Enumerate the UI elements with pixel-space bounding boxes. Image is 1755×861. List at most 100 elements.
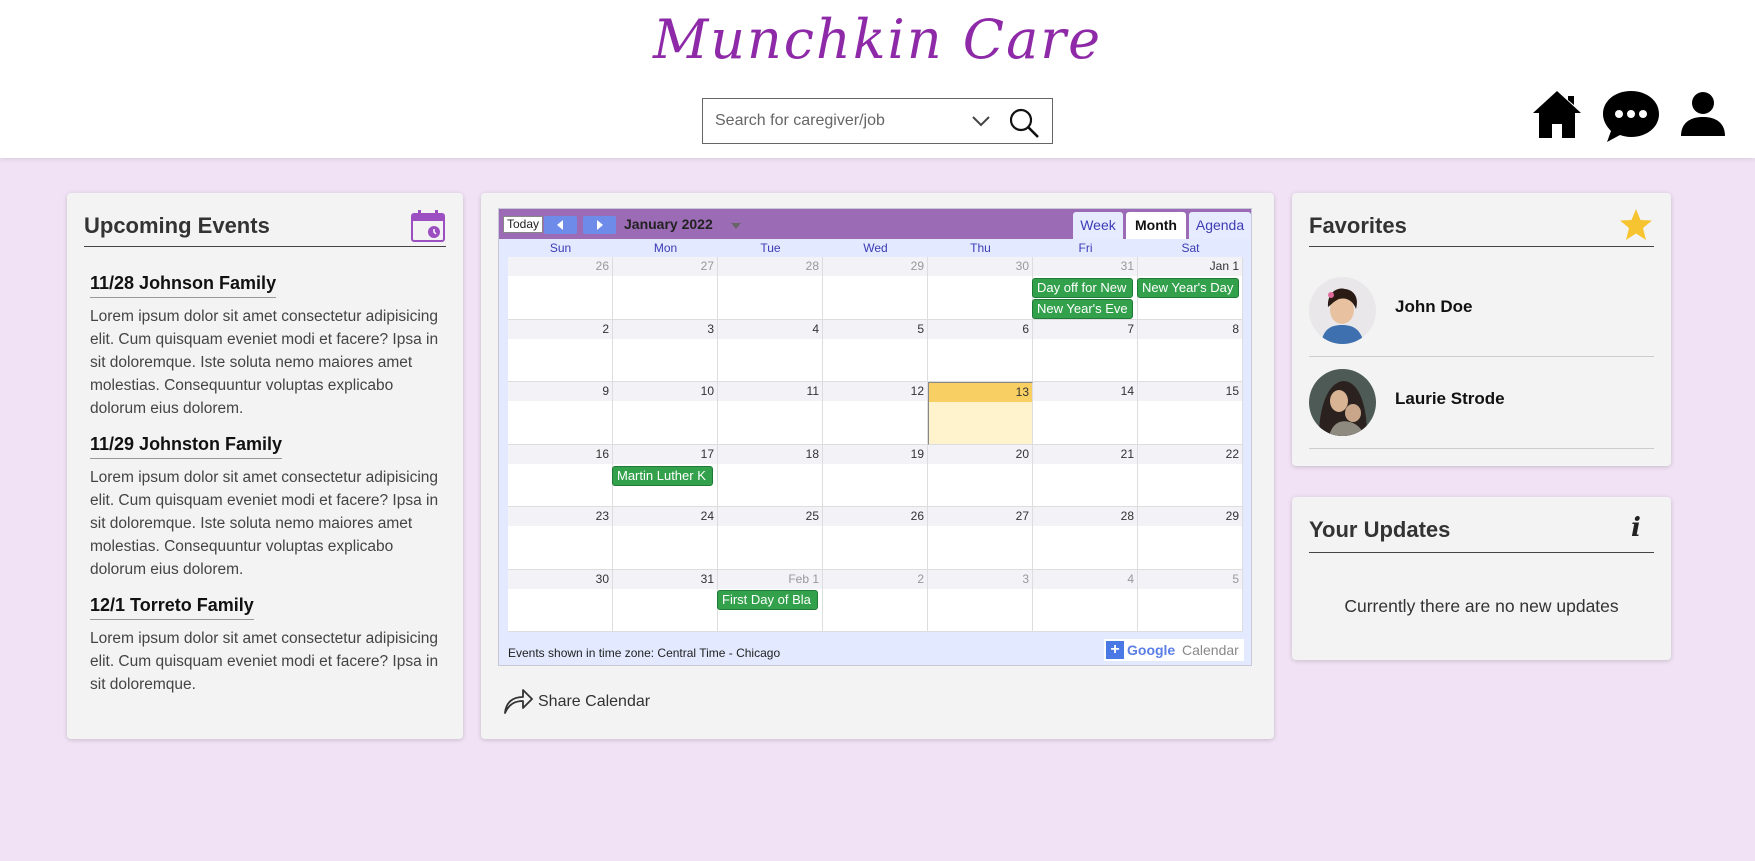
google-calendar-badge[interactable]: + Google Calendar xyxy=(1104,639,1244,661)
user-icon[interactable] xyxy=(1680,91,1726,142)
month-dropdown-icon[interactable] xyxy=(731,223,741,229)
day-cell[interactable]: 29 xyxy=(1138,507,1243,570)
day-number: Jan 1 xyxy=(1138,257,1242,276)
day-cell[interactable]: 5 xyxy=(1138,569,1243,632)
day-cell[interactable]: 30 xyxy=(928,257,1033,320)
day-cell[interactable]: 27 xyxy=(613,257,718,320)
add-calendar-icon: + xyxy=(1106,641,1124,659)
brand-logo[interactable]: Munchkin Care xyxy=(0,8,1755,71)
day-number: 8 xyxy=(1138,319,1242,339)
event-title[interactable]: 11/28 Johnson Family xyxy=(90,273,277,298)
weekday-header: Sat xyxy=(1181,241,1200,255)
day-cell[interactable]: 27 xyxy=(928,507,1033,570)
day-cell[interactable]: 22 xyxy=(1138,444,1243,507)
day-cell[interactable]: 18 xyxy=(718,444,823,507)
search-input[interactable] xyxy=(715,110,955,132)
day-cell[interactable]: 2 xyxy=(508,319,613,382)
day-number: 11 xyxy=(718,382,822,401)
day-number: 3 xyxy=(613,319,717,339)
event-black-history[interactable]: First Day of Bla xyxy=(717,590,818,610)
day-cell[interactable]: 20 xyxy=(928,444,1033,507)
day-number: 27 xyxy=(613,257,717,276)
event-new-years-eve[interactable]: New Year's Eve xyxy=(1032,299,1133,319)
day-cell[interactable]: 11 xyxy=(718,382,823,445)
day-number: 16 xyxy=(508,444,612,464)
star-icon xyxy=(1618,208,1654,247)
month-label[interactable]: January 2022 xyxy=(624,216,713,232)
day-cell[interactable]: 10 xyxy=(613,382,718,445)
home-icon[interactable] xyxy=(1531,88,1583,145)
favorite-name[interactable]: Laurie Strode xyxy=(1395,389,1505,409)
day-number: 20 xyxy=(928,444,1032,464)
day-number: 28 xyxy=(718,257,822,276)
event-day-off[interactable]: Day off for New xyxy=(1032,278,1133,298)
event-new-years-day[interactable]: New Year's Day xyxy=(1137,278,1239,298)
avatar[interactable] xyxy=(1309,277,1376,344)
day-number: 4 xyxy=(1033,569,1137,589)
day-cell[interactable]: 26 xyxy=(823,507,928,570)
day-cell[interactable]: 5 xyxy=(823,319,928,382)
tab-month[interactable]: Month xyxy=(1126,212,1186,239)
divider xyxy=(1309,246,1654,247)
month-grid: 26 27 28 29 30 31 Jan 1 2 3 4 5 6 7 8 9 10 11 12 13 14 15 16 1… xyxy=(508,257,1243,632)
info-icon[interactable]: i xyxy=(1631,513,1641,543)
day-cell[interactable]: 15 xyxy=(1138,382,1243,445)
day-number: 4 xyxy=(718,319,822,339)
day-cell[interactable]: 29 xyxy=(823,257,928,320)
tab-week[interactable]: Week xyxy=(1073,212,1123,239)
day-number: 29 xyxy=(1138,507,1242,526)
day-number: 3 xyxy=(928,569,1032,589)
day-cell[interactable]: 28 xyxy=(718,257,823,320)
day-cell[interactable]: 7 xyxy=(1033,319,1138,382)
event-mlk-day[interactable]: Martin Luther K xyxy=(612,466,713,486)
timezone-note: Events shown in time zone: Central Time … xyxy=(508,646,781,660)
chat-icon[interactable] xyxy=(1601,88,1661,149)
day-cell[interactable]: 21 xyxy=(1033,444,1138,507)
event-description: Lorem ipsum dolor sit amet consectetur a… xyxy=(90,469,439,578)
day-cell[interactable]: 12 xyxy=(823,382,928,445)
day-cell[interactable]: 28 xyxy=(1033,507,1138,570)
day-cell[interactable]: 14 xyxy=(1033,382,1138,445)
day-cell[interactable]: 30 xyxy=(508,569,613,632)
day-number: 14 xyxy=(1033,382,1137,401)
divider xyxy=(1309,448,1654,449)
day-number: 24 xyxy=(613,507,717,526)
event-title[interactable]: 12/1 Torreto Family xyxy=(90,595,254,620)
today-button[interactable]: Today xyxy=(503,216,544,233)
prev-month-button[interactable] xyxy=(544,216,577,234)
avatar[interactable] xyxy=(1309,369,1376,436)
google-word: Google xyxy=(1127,642,1176,658)
favorite-name[interactable]: John Doe xyxy=(1395,297,1472,317)
day-number: 18 xyxy=(718,444,822,464)
day-cell[interactable]: 23 xyxy=(508,507,613,570)
event-title[interactable]: 11/29 Johnston Family xyxy=(90,434,283,459)
day-cell[interactable]: 16 xyxy=(508,444,613,507)
day-cell[interactable]: 25 xyxy=(718,507,823,570)
day-number: 2 xyxy=(823,569,927,589)
day-cell[interactable]: 4 xyxy=(718,319,823,382)
day-cell[interactable]: 4 xyxy=(1033,569,1138,632)
weekday-header: Tue xyxy=(760,241,781,255)
chevron-down-icon[interactable] xyxy=(971,113,991,134)
day-cell[interactable]: 13 xyxy=(928,382,1033,445)
tab-agenda[interactable]: Agenda xyxy=(1189,212,1251,239)
share-calendar-label: Share Calendar xyxy=(538,693,651,710)
next-month-button[interactable] xyxy=(583,216,616,234)
day-cell[interactable]: 3 xyxy=(613,319,718,382)
day-cell[interactable]: 24 xyxy=(613,507,718,570)
day-cell[interactable]: 31 xyxy=(613,569,718,632)
calendar-toolbar: Today January 2022 Week Month Agenda xyxy=(499,209,1251,239)
day-cell[interactable]: 8 xyxy=(1138,319,1243,382)
day-cell[interactable]: 19 xyxy=(823,444,928,507)
day-cell[interactable]: 26 xyxy=(508,257,613,320)
calendar-icon[interactable] xyxy=(411,210,445,247)
divider xyxy=(1309,552,1654,553)
day-number: 5 xyxy=(823,319,927,339)
search-icon[interactable] xyxy=(1008,107,1040,144)
day-cell[interactable]: 6 xyxy=(928,319,1033,382)
day-number: 10 xyxy=(613,382,717,401)
weekday-header: Mon xyxy=(653,241,678,255)
day-cell[interactable]: 2 xyxy=(823,569,928,632)
day-cell[interactable]: 9 xyxy=(508,382,613,445)
day-cell[interactable]: 3 xyxy=(928,569,1033,632)
